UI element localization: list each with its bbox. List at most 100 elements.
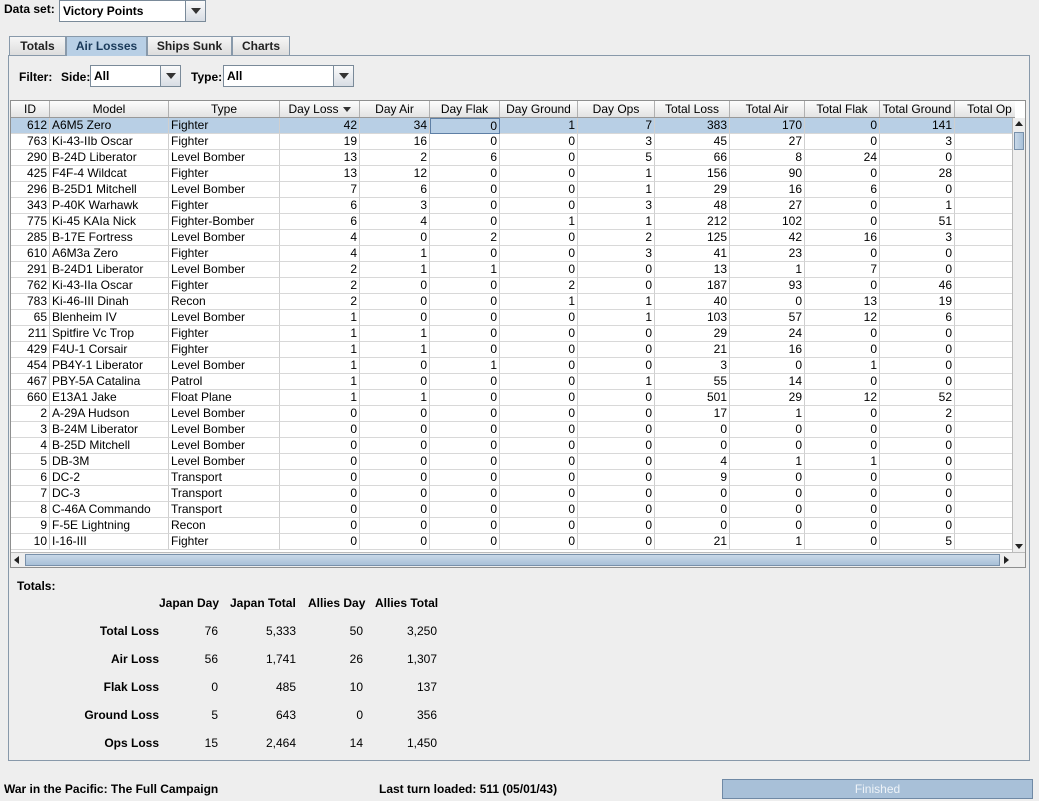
table-cell: Transport [169,502,280,518]
scroll-right-icon[interactable] [1004,556,1009,564]
table-row[interactable]: 343 P-40K Warhawk Fighter 6 3 0 0 3 48 27 0 1 [11,198,1013,214]
table-row[interactable]: 7 DC-3 Transport 0 0 0 0 0 0 0 0 0 [11,486,1013,502]
column-header[interactable]: ID [11,101,50,117]
type-filter-select[interactable]: All [223,65,354,87]
table-cell: 783 [11,294,50,310]
scroll-down-icon[interactable] [1015,544,1023,549]
column-header[interactable]: Total Air [730,101,805,117]
chevron-down-icon[interactable] [185,1,205,21]
totals-value: 2,464 [265,736,296,750]
table-cell: 0 [880,486,955,502]
table-cell: PBY-5A Catalina [50,374,169,390]
vertical-scroll-thumb[interactable] [1014,132,1024,150]
table-row[interactable]: 454 PB4Y-1 Liberator Level Bomber 1 0 1 0 0 3 0 1 0 [11,358,1013,374]
table-cell: 6 [360,182,430,198]
table-row[interactable]: 290 B-24D Liberator Level Bomber 13 2 6 0 5 66 8 2… [11,150,1013,166]
column-header[interactable]: Day Air [360,101,430,117]
table-cell: 0 [360,310,430,326]
table-cell: 5 [11,454,50,470]
column-header[interactable]: Type [169,101,280,117]
totals-value: 50 [349,624,363,638]
table-row[interactable]: 612 A6M5 Zero Fighter 42 34 0 1 7 383 170 0 141 [11,118,1013,134]
table-row[interactable]: 763 Ki-43-IIb Oscar Fighter 19 16 0 0 3 45 27 0 3 [11,134,1013,150]
column-header[interactable]: Total Op [955,101,1015,117]
table-row[interactable]: 285 B-17E Fortress Level Bomber 4 0 2 0 2 125 42 1… [11,230,1013,246]
table-cell: 0 [578,534,655,550]
table-cell: 0 [500,454,578,470]
table-cell: 0 [360,454,430,470]
table-cell: 1 [280,310,360,326]
table-row[interactable]: 5 DB-3M Level Bomber 0 0 0 0 0 4 1 1 0 [11,454,1013,470]
column-header[interactable]: Total Ground [880,101,955,117]
table-row[interactable]: 4 B-25D Mitchell Level Bomber 0 0 0 0 0 0 0 0 0 [11,438,1013,454]
table-row[interactable]: 2 A-29A Hudson Level Bomber 0 0 0 0 0 17 1 0 2 [11,406,1013,422]
table-cell: 1 [430,358,500,374]
table-cell: 3 [578,134,655,150]
table-row[interactable]: 429 F4U-1 Corsair Fighter 1 1 0 0 0 21 16 0 0 [11,342,1013,358]
table-row[interactable]: 425 F4F-4 Wildcat Fighter 13 12 0 0 1 156 90 0 28 [11,166,1013,182]
column-header[interactable]: Total Loss [655,101,730,117]
table-row[interactable]: 65 Blenheim IV Level Bomber 1 0 0 0 1 103 57 12 6 [11,310,1013,326]
table-row[interactable]: 6 DC-2 Transport 0 0 0 0 0 9 0 0 0 [11,470,1013,486]
table-cell: 0 [500,486,578,502]
table-cell: 2 [11,406,50,422]
table-row[interactable]: 762 Ki-43-IIa Oscar Fighter 2 0 0 2 0 187 93 0 46 [11,278,1013,294]
table-row[interactable]: 610 A6M3a Zero Fighter 4 1 0 0 3 41 23 0 0 [11,246,1013,262]
table-cell: 0 [880,358,955,374]
table-cell: 0 [880,438,955,454]
table-cell: 10 [11,534,50,550]
table-cell: 52 [880,390,955,406]
vertical-scrollbar[interactable] [1012,118,1025,552]
column-header[interactable]: Day Loss [280,101,360,117]
table-cell: 0 [500,246,578,262]
table-cell: 1 [578,214,655,230]
column-header[interactable]: Day Ground [500,101,578,117]
column-header[interactable]: Day Ops [578,101,655,117]
table-cell [955,278,1013,294]
totals-column-header: Allies Day [308,596,366,610]
horizontal-scroll-thumb[interactable] [25,554,1000,566]
table-row[interactable]: 9 F-5E Lightning Recon 0 0 0 0 0 0 0 0 0 [11,518,1013,534]
table-cell: 0 [578,342,655,358]
chevron-down-icon[interactable] [333,66,353,86]
chevron-down-icon[interactable] [160,66,180,86]
tab-air-losses[interactable]: Air Losses [66,36,147,56]
table-row[interactable]: 3 B-24M Liberator Level Bomber 0 0 0 0 0 0 0 0 0 [11,422,1013,438]
side-filter-select[interactable]: All [90,65,181,87]
table-cell: 5 [578,150,655,166]
table-row[interactable]: 467 PBY-5A Catalina Patrol 1 0 0 0 1 55 14 0 0 [11,374,1013,390]
table-row[interactable]: 775 Ki-45 KAIa Nick Fighter-Bomber 6 4 0 1 1 212… [11,214,1013,230]
table-cell: 0 [360,502,430,518]
table-cell: 0 [500,422,578,438]
tab-totals[interactable]: Totals [9,36,66,55]
table-row[interactable]: 291 B-24D1 Liberator Level Bomber 2 1 1 0 0 13 1 7… [11,262,1013,278]
totals-row-label: Air Loss [110,652,159,666]
column-header[interactable]: Day Flak [430,101,500,117]
column-header[interactable]: Total Flak [805,101,880,117]
tab-ships-sunk[interactable]: Ships Sunk [147,36,232,55]
table-cell: 4 [280,230,360,246]
table-row[interactable]: 8 C-46A Commando Transport 0 0 0 0 0 0 0 0 0 [11,502,1013,518]
dataset-select[interactable]: Victory Points [59,0,206,22]
column-header[interactable]: Model [50,101,169,117]
tab-charts[interactable]: Charts [232,36,290,55]
table-cell: 7 [805,262,880,278]
table-row[interactable]: 296 B-25D1 Mitchell Level Bomber 7 6 0 0 1 29 16 6… [11,182,1013,198]
table-row[interactable]: 10 I-16-III Fighter 0 0 0 0 0 21 1 0 5 [11,534,1013,550]
table-row[interactable]: 211 Spitfire Vc Trop Fighter 1 1 0 0 0 29 24 0 0 [11,326,1013,342]
column-header-label: Model [92,102,126,116]
table-cell: 0 [805,406,880,422]
horizontal-scrollbar[interactable] [11,552,1025,567]
scroll-up-icon[interactable] [1015,121,1023,126]
table-cell: 1 [578,310,655,326]
table-cell: 0 [805,486,880,502]
table-cell [955,518,1013,534]
table-cell: 0 [500,134,578,150]
scroll-left-icon[interactable] [14,556,19,564]
table-cell: 3 [578,246,655,262]
table-cell: 0 [578,358,655,374]
table-row[interactable]: 660E13A1 JakeFloat Plane110005012912524 [11,390,1013,406]
table-cell: 23 [730,246,805,262]
table-cell: Ki-46-III Dinah [50,294,169,310]
table-row[interactable]: 783 Ki-46-III Dinah Recon 2 0 0 1 1 40 0 13 19 [11,294,1013,310]
